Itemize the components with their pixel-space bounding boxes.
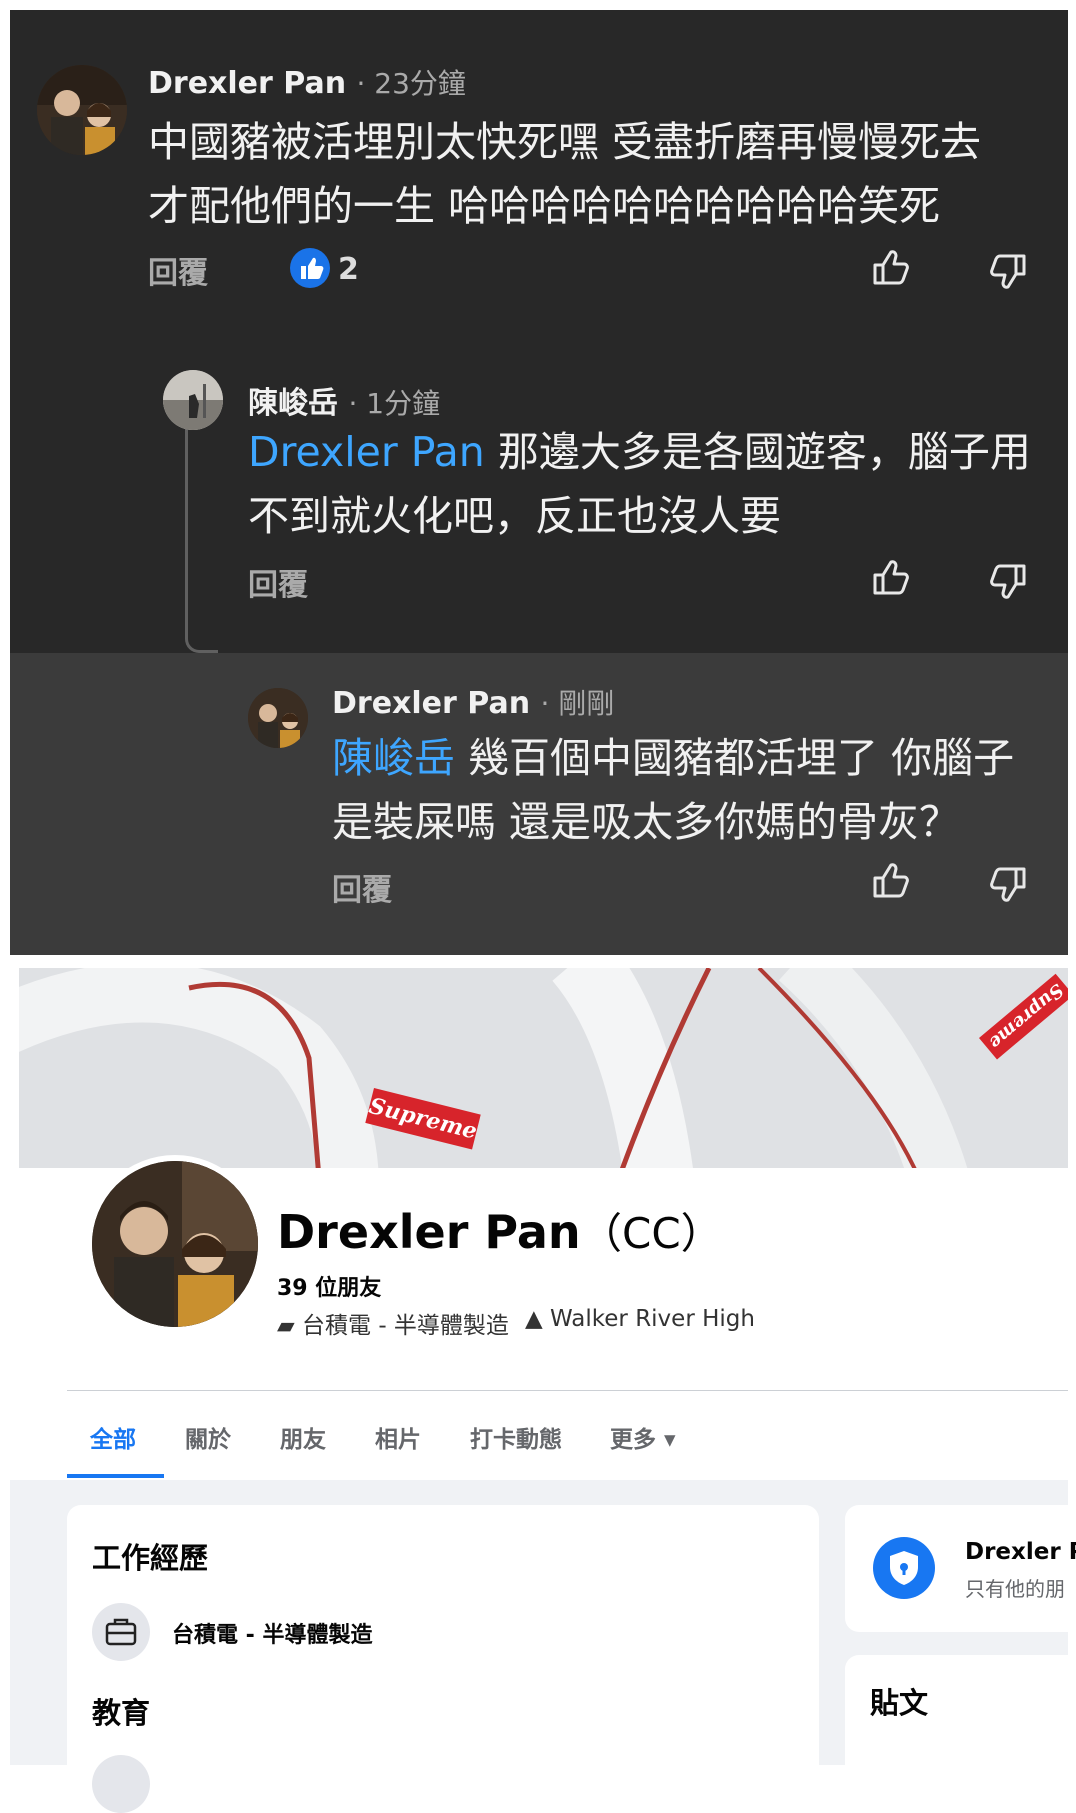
tab-friends[interactable]: 朋友 (280, 1420, 326, 1454)
work-item[interactable]: 台積電 - 半導體製造 (172, 1617, 372, 1649)
friends-count[interactable]: 39 位朋友 (277, 1270, 381, 1302)
reply-button[interactable]: 回覆 (332, 865, 392, 909)
author-name[interactable]: Drexler Pan (148, 66, 346, 101)
comment-time: · 23分鐘 (356, 67, 466, 100)
reply-button[interactable]: 回覆 (148, 248, 208, 292)
tab-about[interactable]: 關於 (185, 1420, 231, 1454)
reply-button[interactable]: 回覆 (248, 560, 308, 604)
mention-link[interactable]: 陳峻岳 (332, 734, 455, 782)
school-info[interactable]: ▲ Walker River High (525, 1306, 755, 1332)
thumbs-up-icon[interactable] (870, 555, 914, 599)
profile-name: Drexler Pan (277, 1205, 581, 1259)
thumbs-down-icon[interactable] (985, 250, 1029, 294)
privacy-card[interactable]: Drexler P 只有他的朋 (845, 1505, 1076, 1632)
comment-line: 是裝屎嗎 還是吸太多你媽的骨灰？ (332, 798, 961, 846)
comment-line: 幾百個中國豬都活埋了 你腦子 (455, 734, 1015, 782)
avatar[interactable] (37, 65, 127, 155)
active-tab-indicator (67, 1474, 164, 1478)
comment-line: 才配他們的一生 哈哈哈哈哈哈哈哈哈哈笑死 (148, 182, 941, 230)
work-info[interactable]: ▰ 台積電 - 半導體製造 (277, 1306, 509, 1340)
posts-title: 貼文 (870, 1686, 929, 1720)
comment-time: · 剛剛 (540, 687, 615, 720)
author-name[interactable]: 陳峻岳 (248, 386, 338, 421)
comment-author[interactable]: Drexler Pan · 23分鐘 (148, 62, 466, 102)
school-text: Walker River High (550, 1306, 755, 1332)
briefcase-icon (92, 1603, 150, 1661)
comment-time: · 1分鐘 (348, 387, 441, 420)
comment-line: 不到就火化吧，反正也沒人要 (248, 492, 781, 540)
like-reaction-icon[interactable] (290, 248, 330, 288)
privacy-sub: 只有他的朋 (965, 1577, 1065, 1601)
thumbs-down-icon[interactable] (985, 560, 1029, 604)
privacy-name: Drexler P (965, 1539, 1076, 1565)
comment-author[interactable]: 陳峻岳 · 1分鐘 (248, 378, 440, 422)
divider (67, 1390, 1068, 1391)
mention-link[interactable]: Drexler Pan (248, 428, 485, 476)
profile-nickname: （CC） (580, 1209, 723, 1258)
comments-panel: Drexler Pan · 23分鐘 中國豬被活埋別太快死嘿 受盡折磨再慢慢死去… (10, 10, 1068, 955)
thumbs-up-icon[interactable] (870, 245, 914, 289)
shield-icon (873, 1537, 935, 1599)
cover-photo[interactable]: Supreme Supreme (19, 968, 1068, 1168)
work-text: 台積電 - 半導體製造 (302, 1313, 509, 1339)
tab-photos[interactable]: 相片 (375, 1420, 421, 1454)
comment-text: Drexler Pan 那邊大多是各國遊客，腦子用 不到就火化吧，反正也沒人要 (248, 420, 1031, 548)
school-icon (92, 1755, 150, 1813)
thumbs-down-icon[interactable] (985, 863, 1029, 907)
thumbs-up-icon[interactable] (870, 858, 914, 902)
intro-card: 工作經歷 台積電 - 半導體製造 教育 (67, 1505, 819, 1813)
school-icon: ▲ (525, 1306, 543, 1332)
thread-line (185, 405, 218, 653)
comment-text: 陳峻岳 幾百個中國豬都活埋了 你腦子 是裝屎嗎 還是吸太多你媽的骨灰？ (332, 726, 1014, 854)
like-count: 2 (338, 252, 359, 287)
comment-text: 中國豬被活埋別太快死嘿 受盡折磨再慢慢死去 才配他們的一生 哈哈哈哈哈哈哈哈哈哈… (148, 110, 981, 238)
comment-line: 那邊大多是各國遊客，腦子用 (484, 428, 1031, 476)
work-section-title: 工作經歷 (92, 1541, 209, 1575)
avatar[interactable] (163, 370, 223, 430)
tab-all[interactable]: 全部 (90, 1420, 136, 1454)
avatar[interactable] (248, 688, 308, 748)
comment-line: 中國豬被活埋別太快死嘿 受盡折磨再慢慢死去 (148, 118, 982, 166)
comment-author[interactable]: Drexler Pan · 剛剛 (332, 682, 614, 722)
author-name[interactable]: Drexler Pan (332, 686, 530, 721)
tab-more[interactable]: 更多 ▾ (610, 1420, 676, 1454)
posts-card: 貼文 (845, 1655, 1076, 1785)
education-section-title: 教育 (92, 1696, 151, 1730)
building-icon: ▰ (277, 1313, 295, 1339)
tab-checkins[interactable]: 打卡動態 (470, 1420, 562, 1454)
profile-avatar[interactable] (86, 1155, 264, 1333)
